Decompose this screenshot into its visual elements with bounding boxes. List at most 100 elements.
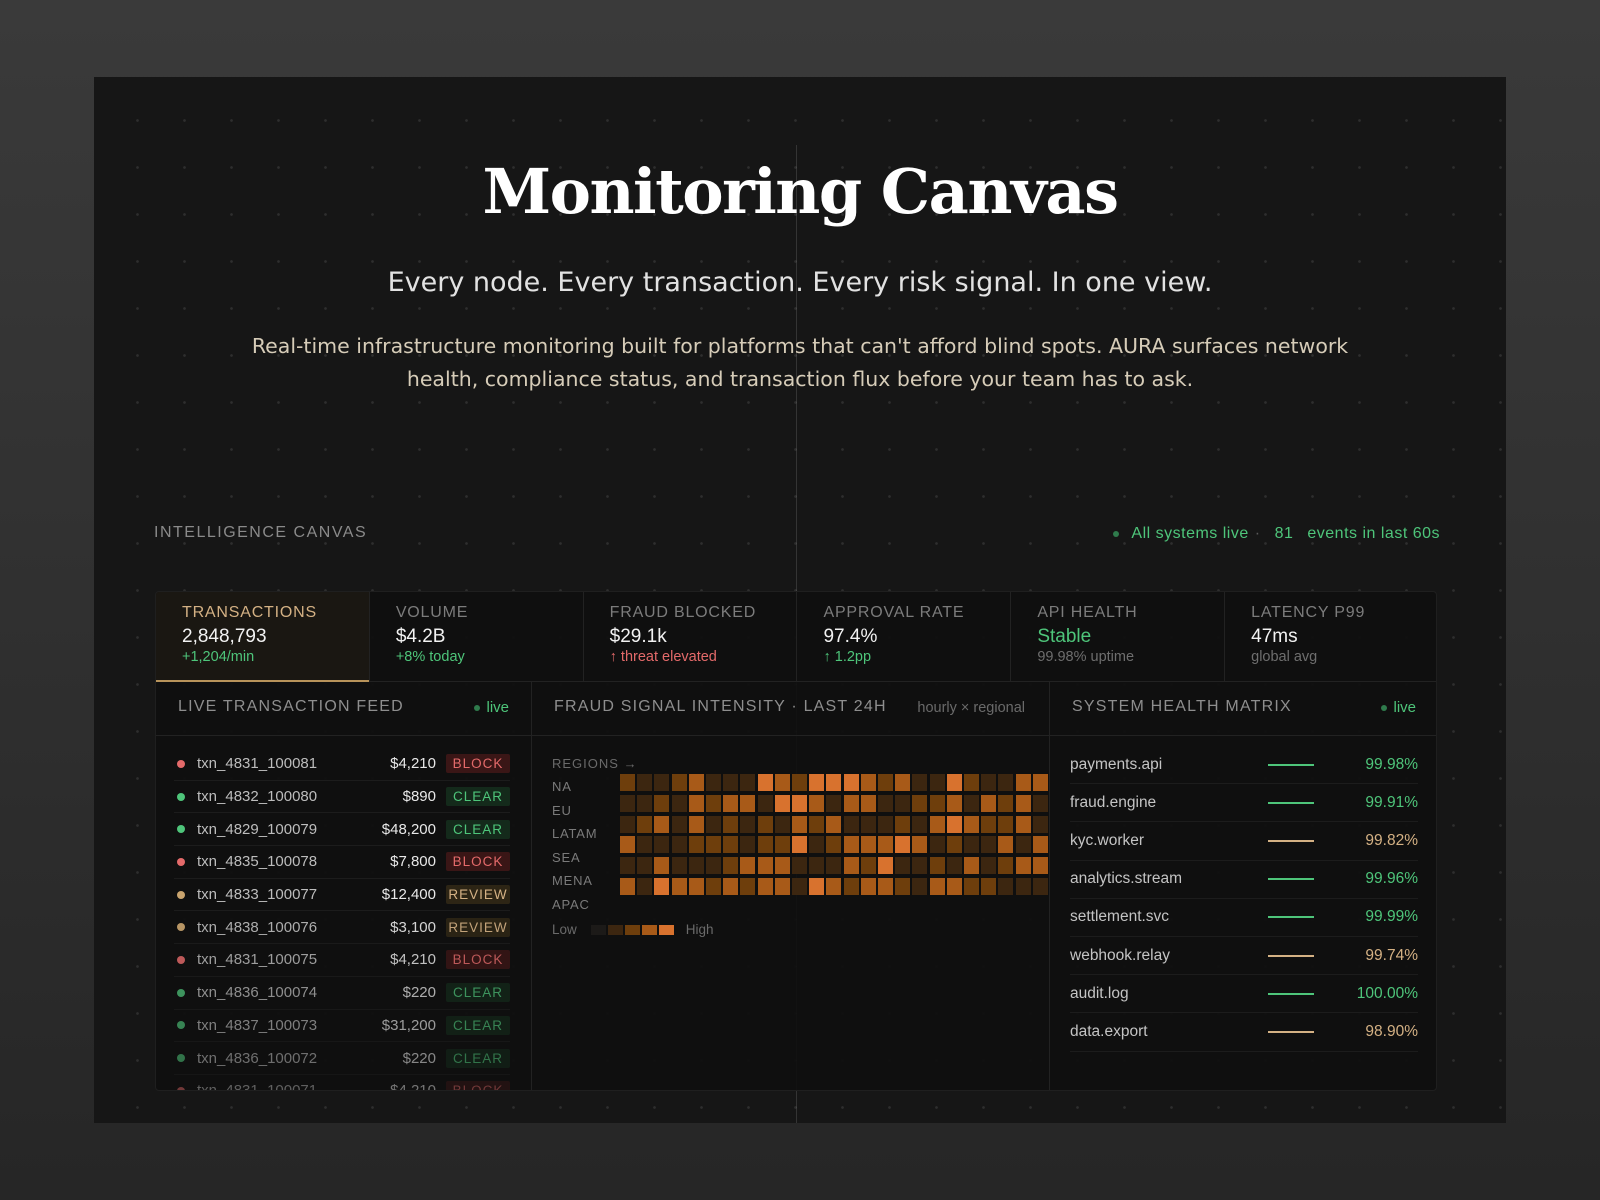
heatmap-cell[interactable] xyxy=(774,774,790,791)
heatmap-cell[interactable] xyxy=(998,836,1014,854)
heatmap-cell[interactable] xyxy=(774,878,790,895)
heatmap-cell[interactable] xyxy=(688,878,704,895)
heatmap-cell[interactable] xyxy=(946,857,962,875)
health-row[interactable]: audit.log 100.00% xyxy=(1070,975,1418,1014)
heatmap-cell[interactable] xyxy=(792,857,807,875)
heatmap-cell[interactable] xyxy=(843,878,859,895)
heatmap-cell[interactable] xyxy=(981,774,997,791)
health-row[interactable]: kyc.worker 99.82% xyxy=(1070,822,1418,861)
heatmap-cell[interactable] xyxy=(706,774,721,791)
heatmap-cell[interactable] xyxy=(929,815,945,833)
heatmap-cell[interactable] xyxy=(946,815,962,833)
heatmap-cell[interactable] xyxy=(981,857,997,875)
heatmap-cell[interactable] xyxy=(998,815,1014,833)
heatmap-cell[interactable] xyxy=(998,878,1014,895)
table-row[interactable]: txn_4829_100079 $48,200 CLEAR xyxy=(174,813,510,847)
heatmap-cell[interactable] xyxy=(1032,774,1048,791)
heatmap-cell[interactable] xyxy=(1032,794,1048,812)
heatmap-cell[interactable] xyxy=(964,794,979,812)
heatmap-cell[interactable] xyxy=(671,836,687,854)
heatmap-cell[interactable] xyxy=(757,774,773,791)
heatmap-cell[interactable] xyxy=(774,794,790,812)
heatmap-cell[interactable] xyxy=(688,774,704,791)
health-row[interactable]: webhook.relay 99.74% xyxy=(1070,937,1418,976)
heatmap-cell[interactable] xyxy=(1032,815,1048,833)
heatmap-cell[interactable] xyxy=(740,857,756,875)
heatmap-cell[interactable] xyxy=(620,878,635,895)
heatmap-cell[interactable] xyxy=(706,815,721,833)
heatmap-cell[interactable] xyxy=(964,878,979,895)
heatmap-cell[interactable] xyxy=(1015,774,1031,791)
kpi-tile[interactable]: APPROVAL RATE 97.4% ↑ 1.2pp xyxy=(797,592,1012,681)
heatmap-cell[interactable] xyxy=(895,815,911,833)
heatmap-cell[interactable] xyxy=(809,794,825,812)
heatmap-cell[interactable] xyxy=(757,836,773,854)
heatmap-cell[interactable] xyxy=(826,774,842,791)
heatmap-cell[interactable] xyxy=(637,794,653,812)
heatmap-cell[interactable] xyxy=(1015,794,1031,812)
heatmap-cell[interactable] xyxy=(740,815,756,833)
heatmap-cell[interactable] xyxy=(671,794,687,812)
heatmap-cell[interactable] xyxy=(740,774,756,791)
heatmap-cell[interactable] xyxy=(1032,857,1048,875)
heatmap-cell[interactable] xyxy=(878,815,893,833)
heatmap-cell[interactable] xyxy=(1015,815,1031,833)
heatmap-cell[interactable] xyxy=(929,857,945,875)
heatmap-cell[interactable] xyxy=(654,836,670,854)
heatmap-cell[interactable] xyxy=(826,857,842,875)
heatmap-cell[interactable] xyxy=(998,774,1014,791)
heatmap-cell[interactable] xyxy=(878,857,893,875)
heatmap-cell[interactable] xyxy=(671,815,687,833)
heatmap-cell[interactable] xyxy=(895,878,911,895)
heatmap-cell[interactable] xyxy=(826,815,842,833)
heatmap-cell[interactable] xyxy=(723,857,739,875)
heatmap-cell[interactable] xyxy=(757,878,773,895)
heatmap-cell[interactable] xyxy=(826,836,842,854)
heatmap-cell[interactable] xyxy=(878,774,893,791)
kpi-tile[interactable]: API HEALTH Stable 99.98% uptime xyxy=(1011,592,1226,681)
heatmap-cell[interactable] xyxy=(774,836,790,854)
heatmap-cell[interactable] xyxy=(878,836,893,854)
heatmap-cell[interactable] xyxy=(637,774,653,791)
heatmap-cell[interactable] xyxy=(809,857,825,875)
heatmap-cell[interactable] xyxy=(706,857,721,875)
heatmap-cell[interactable] xyxy=(671,878,687,895)
heatmap-cell[interactable] xyxy=(723,774,739,791)
heatmap-cell[interactable] xyxy=(723,794,739,812)
heatmap-cell[interactable] xyxy=(843,774,859,791)
heatmap-cell[interactable] xyxy=(1032,878,1048,895)
heatmap-cell[interactable] xyxy=(878,794,893,812)
heatmap-cell[interactable] xyxy=(981,794,997,812)
heatmap-cell[interactable] xyxy=(688,815,704,833)
heatmap-cell[interactable] xyxy=(792,815,807,833)
heatmap-cell[interactable] xyxy=(826,794,842,812)
heatmap-cell[interactable] xyxy=(671,857,687,875)
table-row[interactable]: txn_4833_100077 $12,400 REVIEW xyxy=(174,879,510,912)
heatmap-cell[interactable] xyxy=(843,836,859,854)
heatmap-cell[interactable] xyxy=(860,774,876,791)
heatmap-cell[interactable] xyxy=(637,878,653,895)
heatmap-cell[interactable] xyxy=(964,815,979,833)
heatmap-cell[interactable] xyxy=(1015,857,1031,875)
table-row[interactable]: txn_4832_100080 $890 CLEAR xyxy=(174,781,510,814)
heatmap-cell[interactable] xyxy=(929,878,945,895)
health-row[interactable]: fraud.engine 99.91% xyxy=(1070,784,1418,823)
heatmap-cell[interactable] xyxy=(688,836,704,854)
heatmap-cell[interactable] xyxy=(1015,878,1031,895)
heatmap-cell[interactable] xyxy=(895,774,911,791)
heatmap-cell[interactable] xyxy=(706,878,721,895)
health-row[interactable]: data.export 98.90% xyxy=(1070,1013,1418,1052)
heatmap-cell[interactable] xyxy=(1015,836,1031,854)
heatmap-cell[interactable] xyxy=(757,794,773,812)
heatmap-cell[interactable] xyxy=(946,794,962,812)
heatmap-cell[interactable] xyxy=(912,857,928,875)
heatmap-cell[interactable] xyxy=(981,815,997,833)
heatmap-cell[interactable] xyxy=(895,794,911,812)
heatmap-cell[interactable] xyxy=(946,878,962,895)
heatmap-cell[interactable] xyxy=(688,857,704,875)
heatmap-cell[interactable] xyxy=(809,815,825,833)
health-row[interactable]: payments.api 99.98% xyxy=(1070,746,1418,785)
heatmap-cell[interactable] xyxy=(654,774,670,791)
heatmap-cell[interactable] xyxy=(740,794,756,812)
heatmap-cell[interactable] xyxy=(912,794,928,812)
